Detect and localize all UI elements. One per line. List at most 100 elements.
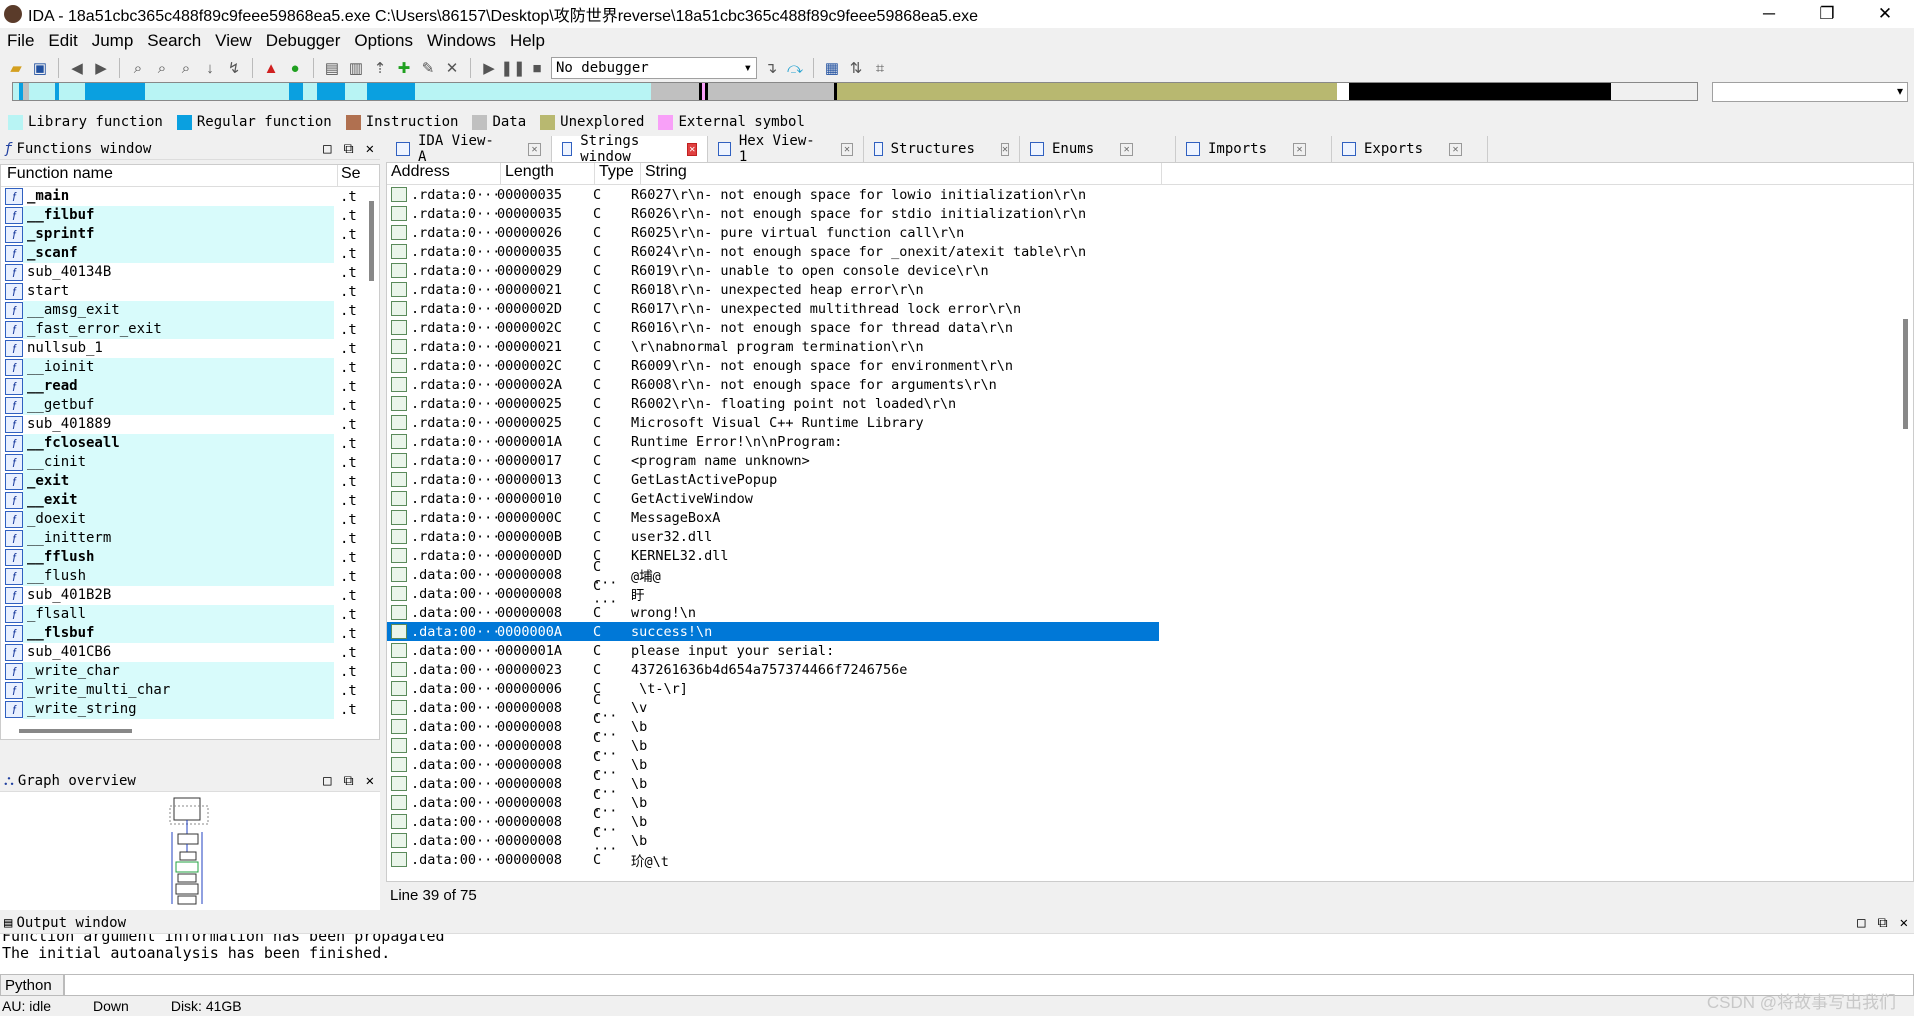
close-tab-icon[interactable]: ✕ <box>1293 142 1307 156</box>
output-log[interactable]: Function argument information has been p… <box>0 934 1914 974</box>
string-row[interactable]: .rdata:0··· 00000035 C R6024\r\n- not enoug… <box>387 242 1913 261</box>
string-row[interactable]: .rdata:0··· 00000013 C GetLastActivePopup <box>387 470 1913 489</box>
function-row[interactable]: f _write_char .t <box>1 662 379 681</box>
function-row[interactable]: f _sprintf .t <box>1 225 379 244</box>
patch-icon[interactable]: ✎ <box>418 58 438 78</box>
breakpoint-list-icon[interactable]: ▦ <box>822 58 842 78</box>
tab-enums[interactable]: Enums ✕ <box>1020 136 1176 162</box>
delete-icon[interactable]: ✕ <box>442 58 462 78</box>
function-row[interactable]: f __cinit .t <box>1 453 379 472</box>
string-row[interactable]: .data:00··· 00000008 Cwrong!\n <box>387 603 1913 622</box>
string-row[interactable]: .rdata:0··· 0000001A C Runtime Error!\n\nPr… <box>387 432 1913 451</box>
start-debug-icon[interactable]: ▶ <box>479 58 499 78</box>
string-row[interactable]: .rdata:0··· 0000000B Cuser32.dll <box>387 527 1913 546</box>
function-row[interactable]: f sub_401B2B .t <box>1 586 379 605</box>
function-row[interactable]: f _fast_error_exit .t <box>1 320 379 339</box>
string-row[interactable]: .rdata:0··· 0000002C C R6016\r\n- not enoug… <box>387 318 1913 337</box>
segments-icon[interactable]: ▤ <box>322 58 342 78</box>
navigation-band[interactable] <box>12 82 1698 101</box>
pause-debug-icon[interactable]: ❚❚ <box>500 58 525 78</box>
string-row[interactable]: .rdata:0··· 0000002C C R6009\r\n- not enoug… <box>387 356 1913 375</box>
close-panel-icon[interactable]: ✕ <box>366 773 374 789</box>
column-type[interactable]: Type <box>595 163 641 184</box>
string-row[interactable]: .rdata:0··· 00000021 C R6018\r\n- unexpecte… <box>387 280 1913 299</box>
string-row[interactable]: .rdata:0··· 00000025 C R6002\r\n- floating … <box>387 394 1913 413</box>
scrollbar-thumb[interactable] <box>1903 319 1908 429</box>
tab-hex-view-1[interactable]: Hex View-1 ✕ <box>708 133 864 165</box>
binary-search-icon[interactable]: ⌕ <box>128 58 148 78</box>
save-icon[interactable]: ▣ <box>30 58 50 78</box>
close-tab-icon[interactable]: ✕ <box>841 142 853 156</box>
string-row[interactable]: .rdata:0··· 0000002D C R6017\r\n- unexpecte… <box>387 299 1913 318</box>
proximity-icon[interactable]: ⇡ <box>370 58 390 78</box>
function-row[interactable]: f _main .t <box>1 187 379 206</box>
function-row[interactable]: f __read .t <box>1 377 379 396</box>
forward-icon[interactable]: ▶ <box>91 58 111 78</box>
function-row[interactable]: f __initterm .t <box>1 529 379 548</box>
minimize-panel-icon[interactable]: □ <box>1857 915 1865 931</box>
function-row[interactable]: f __getbuf .t <box>1 396 379 415</box>
string-row[interactable]: .data:00··· 00000008 C ··· \b <box>387 825 1913 857</box>
tab-imports[interactable]: Imports ✕ <box>1176 136 1332 162</box>
float-panel-icon[interactable]: ⧉ <box>344 141 354 157</box>
string-row[interactable]: .data:00··· 00000008 C 玠@\t <box>387 850 1913 870</box>
run-script-icon[interactable]: ● <box>285 58 305 78</box>
function-row[interactable]: f _write_multi_char .t <box>1 681 379 700</box>
function-row[interactable]: f __flsbuf .t <box>1 624 379 643</box>
function-row[interactable]: f __ioinit .t <box>1 358 379 377</box>
tab-exports[interactable]: Exports ✕ <box>1332 136 1488 162</box>
step-over-icon[interactable]: ⤼ <box>785 58 805 78</box>
text-search-icon[interactable]: ⌕ <box>152 58 172 78</box>
close-panel-icon[interactable]: ✕ <box>1900 915 1908 931</box>
menu-windows[interactable]: Windows <box>420 31 503 51</box>
menu-file[interactable]: File <box>0 31 41 51</box>
xrefs-icon[interactable]: ▥ <box>346 58 366 78</box>
function-row[interactable]: f __exit .t <box>1 491 379 510</box>
step-into-icon[interactable]: ↴ <box>761 58 781 78</box>
function-row[interactable]: f _write_string .t <box>1 700 379 719</box>
string-row[interactable]: .rdata:0··· 0000000C C MessageBoxA <box>387 508 1913 527</box>
string-row[interactable]: .rdata:0··· 00000035 C R6026\r\n- not enoug… <box>387 204 1913 223</box>
float-panel-icon[interactable]: ⧉ <box>1878 915 1888 931</box>
string-row[interactable]: .rdata:0··· 00000029 C R6019\r\n- unable to… <box>387 261 1913 280</box>
function-row[interactable]: f sub_40134B .t <box>1 263 379 282</box>
function-row[interactable]: f __amsg_exit .t <box>1 301 379 320</box>
menu-help[interactable]: Help <box>503 31 552 51</box>
functions-horizontal-scrollbar[interactable] <box>19 729 132 733</box>
menu-edit[interactable]: Edit <box>41 31 84 51</box>
function-row[interactable]: f _scanf .t <box>1 244 379 263</box>
flowchart-icon[interactable]: ▲ <box>261 58 281 78</box>
function-row[interactable]: f __filbuf .t <box>1 206 379 225</box>
column-string[interactable]: String <box>641 163 1162 184</box>
column-length[interactable]: Length <box>501 163 595 184</box>
python-label-button[interactable]: Python <box>0 974 64 996</box>
tab-ida-view-a[interactable]: IDA View-A ✕ <box>386 133 552 165</box>
function-row[interactable]: f __fflush .t <box>1 548 379 567</box>
tab-strings-window[interactable]: Strings window ✕ <box>552 133 708 165</box>
maximize-button[interactable]: ❐ <box>1798 0 1856 28</box>
tab-structures[interactable]: Structures ✕ <box>864 136 1020 162</box>
function-row[interactable]: f _exit .t <box>1 472 379 491</box>
minimize-panel-icon[interactable]: □ <box>323 141 331 157</box>
close-tab-icon[interactable]: ✕ <box>1000 142 1009 156</box>
column-function-name[interactable]: Function name <box>1 165 338 186</box>
menu-search[interactable]: Search <box>140 31 208 51</box>
function-row[interactable]: f sub_401889 .t <box>1 415 379 434</box>
string-row[interactable]: .rdata:0··· 0000002A C R6008\r\n- not enoug… <box>387 375 1913 394</box>
column-segment[interactable]: Se <box>338 165 361 186</box>
string-row[interactable]: .rdata:0··· 00000025 C Microsoft Visual C++… <box>387 413 1913 432</box>
close-button[interactable]: ✕ <box>1856 0 1914 28</box>
string-row[interactable]: .data:00··· 0000000A Csuccess!\n <box>387 622 1159 641</box>
close-tab-icon[interactable]: ✕ <box>1120 142 1134 156</box>
add-icon[interactable]: ✚ <box>394 58 414 78</box>
navigation-combo[interactable]: ▾ <box>1712 82 1908 102</box>
open-icon[interactable]: ▰ <box>6 58 26 78</box>
function-row[interactable]: f sub_401CB6 .t <box>1 643 379 662</box>
stop-debug-icon[interactable]: ■ <box>527 58 547 78</box>
functions-vertical-scrollbar[interactable] <box>367 189 377 719</box>
functions-list[interactable]: Function name Se f _main .t f __filbuf .t f _sp… <box>0 164 380 740</box>
menu-debugger[interactable]: Debugger <box>259 31 348 51</box>
python-command-input[interactable] <box>64 974 1914 996</box>
column-address[interactable]: Address <box>387 163 501 184</box>
function-row[interactable]: f start .t <box>1 282 379 301</box>
